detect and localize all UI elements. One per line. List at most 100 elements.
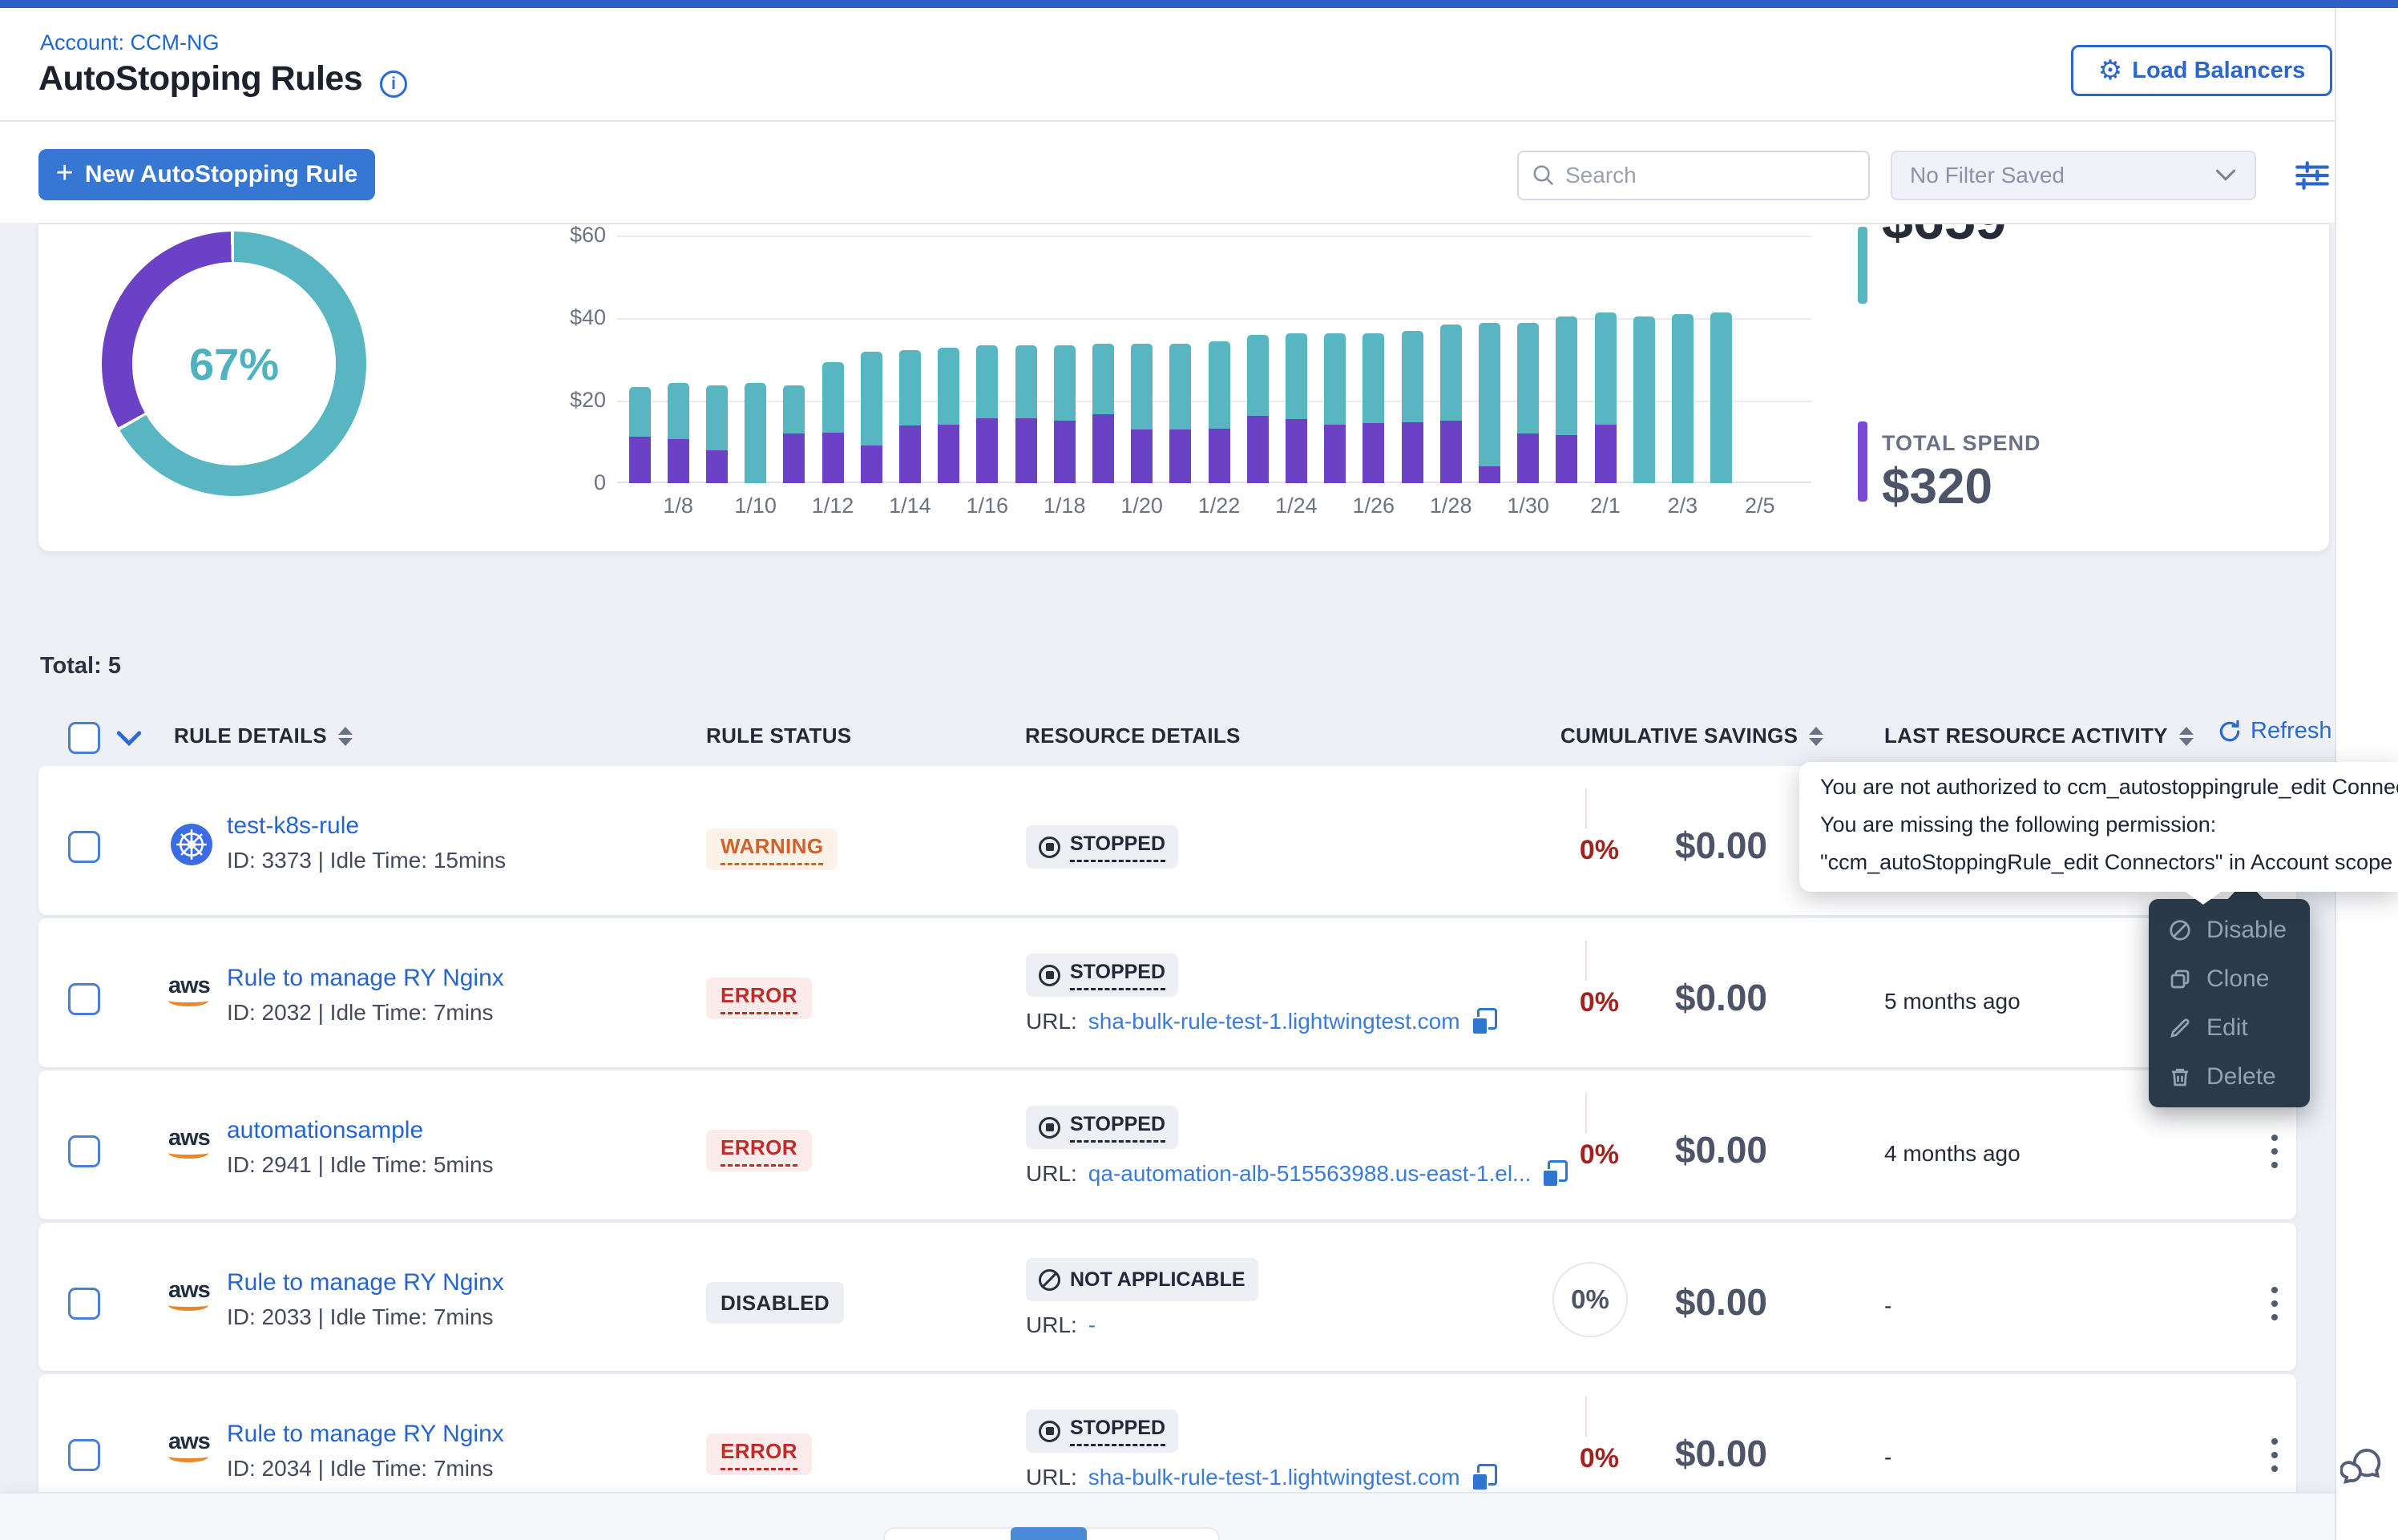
row-checkbox[interactable] xyxy=(68,831,100,863)
aws-icon: aws xyxy=(168,1430,210,1462)
load-balancers-button[interactable]: ⚙ Load Balancers xyxy=(2071,45,2332,96)
saved-filter-dropdown[interactable]: No Filter Saved xyxy=(1891,151,2256,200)
permission-tooltip: You are not authorized to ccm_autostoppi… xyxy=(1799,762,2398,892)
status-badge[interactable]: ERROR xyxy=(706,978,812,1019)
refresh-icon xyxy=(2217,719,2243,744)
menu-item-edit[interactable]: Edit xyxy=(2149,1003,2310,1052)
savings-tick xyxy=(1585,788,1587,828)
bar-chart-y-axis: $60$40$200 xyxy=(526,236,606,492)
tooltip-caret xyxy=(2183,890,2223,905)
new-autostopping-rule-button[interactable]: + New AutoStopping Rule xyxy=(38,149,375,200)
rule-name-link[interactable]: automationsample xyxy=(227,1117,423,1144)
info-icon[interactable]: i xyxy=(380,71,407,98)
sort-icon[interactable] xyxy=(1809,727,1823,746)
row-checkbox[interactable] xyxy=(68,1439,100,1471)
clone-icon xyxy=(2168,967,2192,991)
savings-percent: 0% xyxy=(1499,1443,1619,1474)
menu-item-disable[interactable]: Disable xyxy=(2149,905,2310,954)
copy-icon[interactable] xyxy=(1472,1008,1497,1035)
row-checkbox[interactable] xyxy=(68,983,100,1015)
resource-url: URL: - xyxy=(1026,1312,1096,1338)
rule-id: ID: 2941 | Idle Time: 5mins xyxy=(227,1152,494,1178)
resource-url-link[interactable]: - xyxy=(1088,1312,1096,1338)
select-menu-chevron-icon[interactable] xyxy=(115,729,143,748)
donut-percentage: 67% xyxy=(189,338,279,390)
rule-name-link[interactable]: Rule to manage RY Nginx xyxy=(227,1269,504,1296)
copy-icon[interactable] xyxy=(1472,1464,1497,1491)
row-checkbox[interactable] xyxy=(68,1288,100,1320)
savings-legend-marker xyxy=(1858,227,1867,304)
refresh-button[interactable]: Refresh xyxy=(2217,718,2332,744)
menu-item-clone[interactable]: Clone xyxy=(2149,954,2310,1003)
resource-status-badge[interactable]: STOPPED xyxy=(1026,1106,1178,1149)
savings-value: $0.00 xyxy=(1623,976,1767,1019)
last-activity: - xyxy=(1884,1445,1891,1470)
savings-tick xyxy=(1585,1397,1587,1437)
status-badge[interactable]: ERROR xyxy=(706,1433,812,1475)
last-activity: - xyxy=(1884,1293,1891,1319)
savings-value: $0.00 xyxy=(1623,824,1767,867)
resource-status-badge[interactable]: STOPPED xyxy=(1026,1409,1178,1453)
row-menu-button[interactable] xyxy=(2268,1284,2281,1324)
gear-icon: ⚙ xyxy=(2098,57,2122,84)
row-menu-button[interactable] xyxy=(2268,1131,2281,1171)
sort-icon[interactable] xyxy=(2179,727,2194,746)
aws-icon: aws xyxy=(168,1279,210,1311)
savings-tick xyxy=(1585,941,1587,981)
row-checkbox[interactable] xyxy=(68,1135,100,1167)
top-accent-bar xyxy=(0,0,2398,8)
resource-status-badge[interactable]: STOPPED xyxy=(1026,953,1178,997)
select-all-checkbox[interactable] xyxy=(68,722,100,754)
resource-url-link[interactable]: sha-bulk-rule-test-1.lightwingtest.com xyxy=(1088,1465,1460,1490)
stopped-icon xyxy=(1039,837,1060,858)
table-row: aws Rule to manage RY Nginx ID: 2032 | I… xyxy=(38,918,2296,1067)
savings-percent: 0% xyxy=(1499,835,1619,866)
kubernetes-icon xyxy=(171,824,212,869)
savings-value: $0.00 xyxy=(1623,1128,1767,1171)
rule-id: ID: 2033 | Idle Time: 7mins xyxy=(227,1304,494,1330)
search-input[interactable] xyxy=(1565,163,1838,188)
row-context-menu: Disable Clone Edit Delete xyxy=(2149,899,2310,1107)
spend-savings-bar-chart xyxy=(617,236,1819,483)
rule-name-link[interactable]: test-k8s-rule xyxy=(227,812,359,840)
search-icon xyxy=(1532,163,1556,187)
delete-icon xyxy=(2168,1065,2192,1089)
rule-id: ID: 2034 | Idle Time: 7mins xyxy=(227,1456,494,1482)
total-savings-value: $659 xyxy=(1882,223,2007,252)
rule-name-link[interactable]: Rule to manage RY Nginx xyxy=(227,1421,504,1448)
rule-name-link[interactable]: Rule to manage RY Nginx xyxy=(227,965,504,992)
stopped-icon xyxy=(1039,1421,1060,1442)
status-badge: DISABLED xyxy=(706,1282,844,1324)
menu-item-delete[interactable]: Delete xyxy=(2149,1052,2310,1101)
sort-icon[interactable] xyxy=(338,727,353,746)
savings-percent-circle: 0% xyxy=(1552,1262,1628,1337)
plus-icon: + xyxy=(56,156,74,191)
column-rule-details[interactable]: RULE DETAILS xyxy=(174,724,353,748)
total-spend-value: $320 xyxy=(1882,458,1992,515)
row-menu-button[interactable] xyxy=(2268,1435,2281,1475)
chevron-down-icon xyxy=(2214,168,2237,183)
new-rule-label: New AutoStopping Rule xyxy=(85,161,358,188)
resource-url: URL: sha-bulk-rule-test-1.lightwingtest.… xyxy=(1026,1008,1497,1035)
stopped-icon xyxy=(1039,1117,1060,1139)
resource-url-link[interactable]: qa-automation-alb-515563988.us-east-1.el… xyxy=(1088,1161,1532,1187)
bar-chart-x-axis: 1/81/101/121/141/161/181/201/221/241/261… xyxy=(617,494,1867,526)
column-cumulative-savings[interactable]: CUMULATIVE SAVINGS xyxy=(1560,724,1823,748)
account-breadcrumb[interactable]: Account: CCM-NG xyxy=(40,30,220,55)
summary-card: 67% $60$40$200 1/81/101/121/141/161/181/… xyxy=(38,223,2329,551)
status-badge[interactable]: ERROR xyxy=(706,1130,812,1171)
tooltip-line-2: You are missing the following permission… xyxy=(1820,812,2216,837)
aws-icon: aws xyxy=(168,974,210,1006)
status-badge[interactable]: WARNING xyxy=(706,828,838,870)
column-last-resource-activity[interactable]: LAST RESOURCE ACTIVITY xyxy=(1884,724,2194,748)
chat-support-icon[interactable] xyxy=(2340,1444,2384,1487)
stopped-icon xyxy=(1039,965,1060,986)
tooltip-line-1: You are not authorized to ccm_autostoppi… xyxy=(1820,775,2398,800)
resource-url-link[interactable]: sha-bulk-rule-test-1.lightwingtest.com xyxy=(1088,1009,1460,1034)
filter-panel-icon[interactable] xyxy=(2292,155,2332,196)
resource-status-badge[interactable]: STOPPED xyxy=(1026,825,1178,869)
column-rule-status: RULE STATUS xyxy=(706,724,851,748)
pagination-current-page[interactable] xyxy=(1011,1527,1087,1540)
autostopping-rules-page: Account: CCM-NG AutoStopping Rules i ⚙ L… xyxy=(0,0,2398,1540)
search-box xyxy=(1517,151,1870,200)
